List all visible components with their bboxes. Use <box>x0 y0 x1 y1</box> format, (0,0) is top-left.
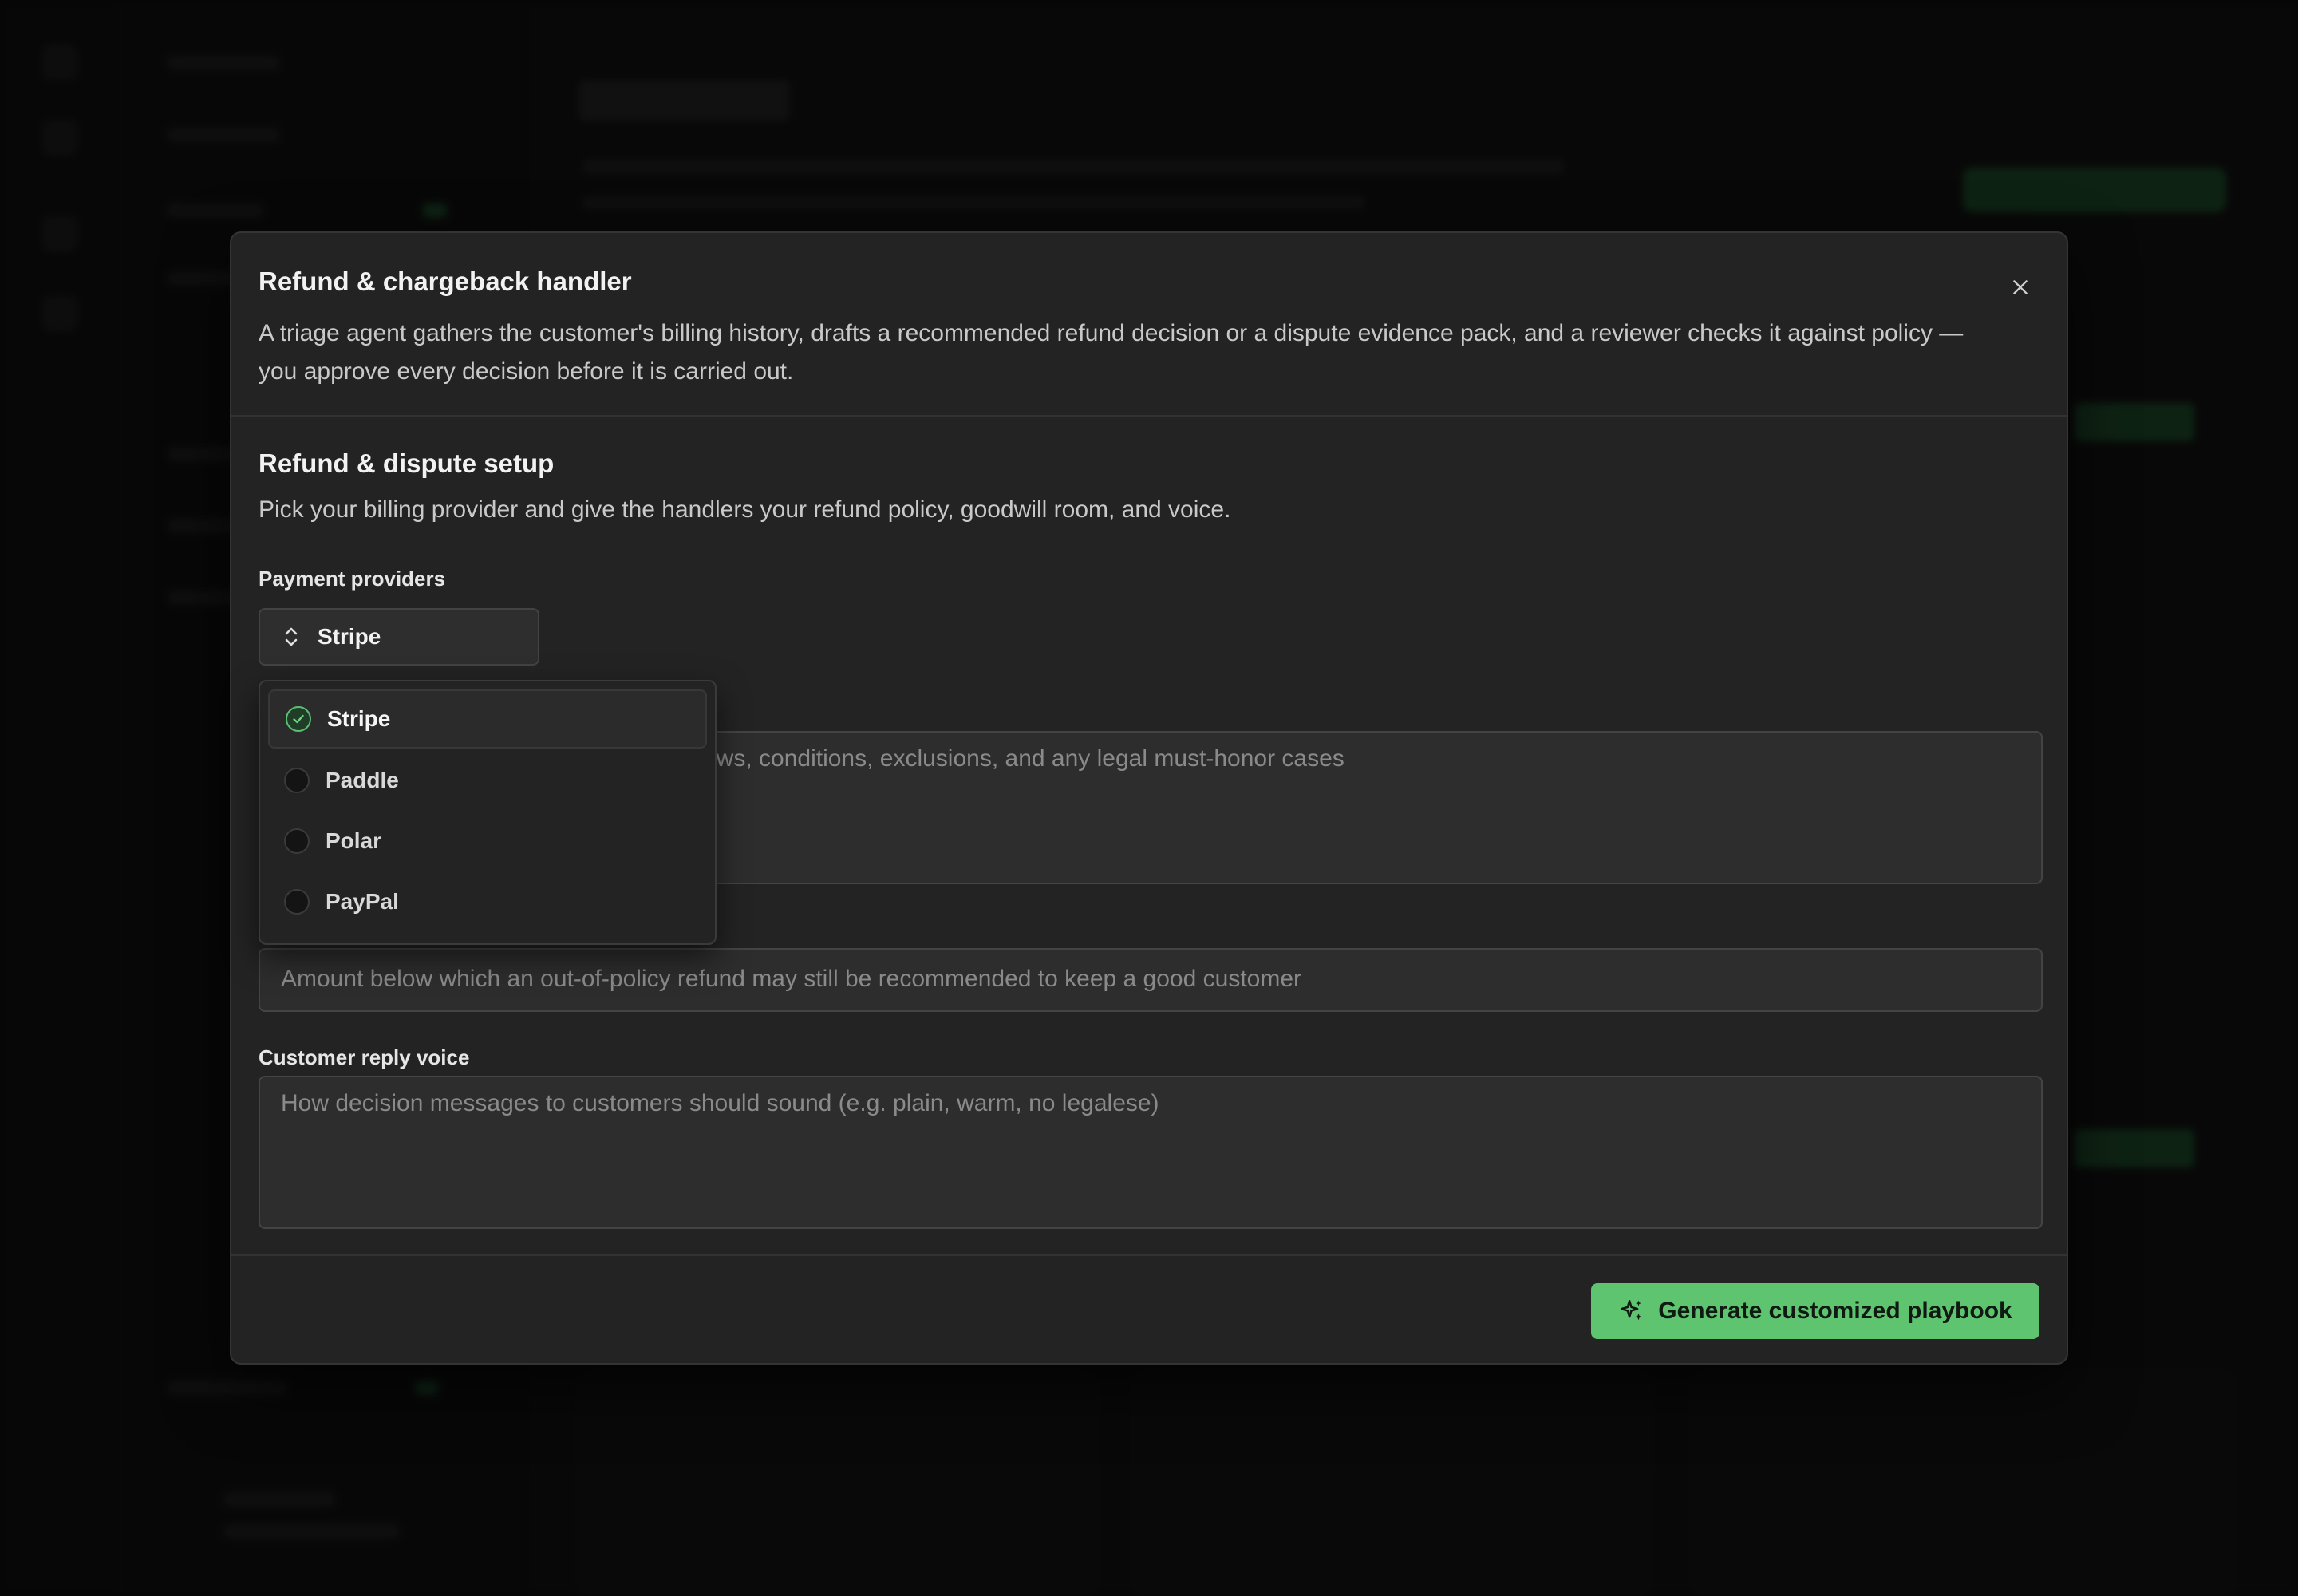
provider-option-stripe[interactable]: Stripe <box>268 689 707 749</box>
provider-option-label: Stripe <box>327 706 391 731</box>
payment-providers-select[interactable]: Stripe <box>259 608 539 666</box>
provider-option-paypal[interactable]: PayPal <box>268 871 707 932</box>
reply-voice-label: Customer reply voice <box>259 1045 470 1069</box>
payment-providers-dropdown: Stripe Paddle Polar PayPal <box>259 680 717 945</box>
modal-footer: Generate customized playbook <box>231 1254 2067 1366</box>
goodwill-threshold-field[interactable]: Amount below which an out-of-policy refu… <box>259 948 2043 1012</box>
checkbox-checked-icon <box>286 706 311 732</box>
chevron-up-down-icon <box>282 625 302 649</box>
provider-option-label: PayPal <box>326 889 399 914</box>
provider-option-paddle[interactable]: Paddle <box>268 750 707 811</box>
generate-playbook-label: Generate customized playbook <box>1658 1298 2012 1324</box>
modal-title: Refund & chargeback handler <box>259 267 632 296</box>
payment-providers-selected: Stripe <box>318 624 381 649</box>
sparkles-icon <box>1621 1299 1643 1321</box>
setup-section-title: Refund & dispute setup <box>259 448 555 478</box>
playbook-setup-modal: Refund & chargeback handler A triage age… <box>230 231 2068 1365</box>
setup-section-description: Pick your billing provider and give the … <box>259 496 1231 523</box>
checkbox-icon <box>284 768 310 793</box>
provider-option-polar[interactable]: Polar <box>268 811 707 871</box>
modal-description: A triage agent gathers the customer's bi… <box>259 320 1964 385</box>
provider-option-label: Paddle <box>326 768 399 792</box>
refund-policy-placeholder: ows, conditions, exclusions, and any leg… <box>703 745 1344 772</box>
checkbox-icon <box>284 828 310 854</box>
close-button[interactable] <box>2001 268 2039 306</box>
reply-voice-placeholder: How decision messages to customers shoul… <box>281 1090 1159 1116</box>
goodwill-threshold-placeholder: Amount below which an out-of-policy refu… <box>281 966 1301 992</box>
generate-playbook-button[interactable]: Generate customized playbook <box>1591 1283 2039 1339</box>
provider-option-label: Polar <box>326 828 382 853</box>
payment-providers-label: Payment providers <box>259 567 446 591</box>
modal-header: Refund & chargeback handler A triage age… <box>231 233 2067 417</box>
reply-voice-field[interactable]: How decision messages to customers shoul… <box>259 1076 2043 1229</box>
checkbox-icon <box>284 889 310 915</box>
close-icon <box>2013 280 2028 294</box>
